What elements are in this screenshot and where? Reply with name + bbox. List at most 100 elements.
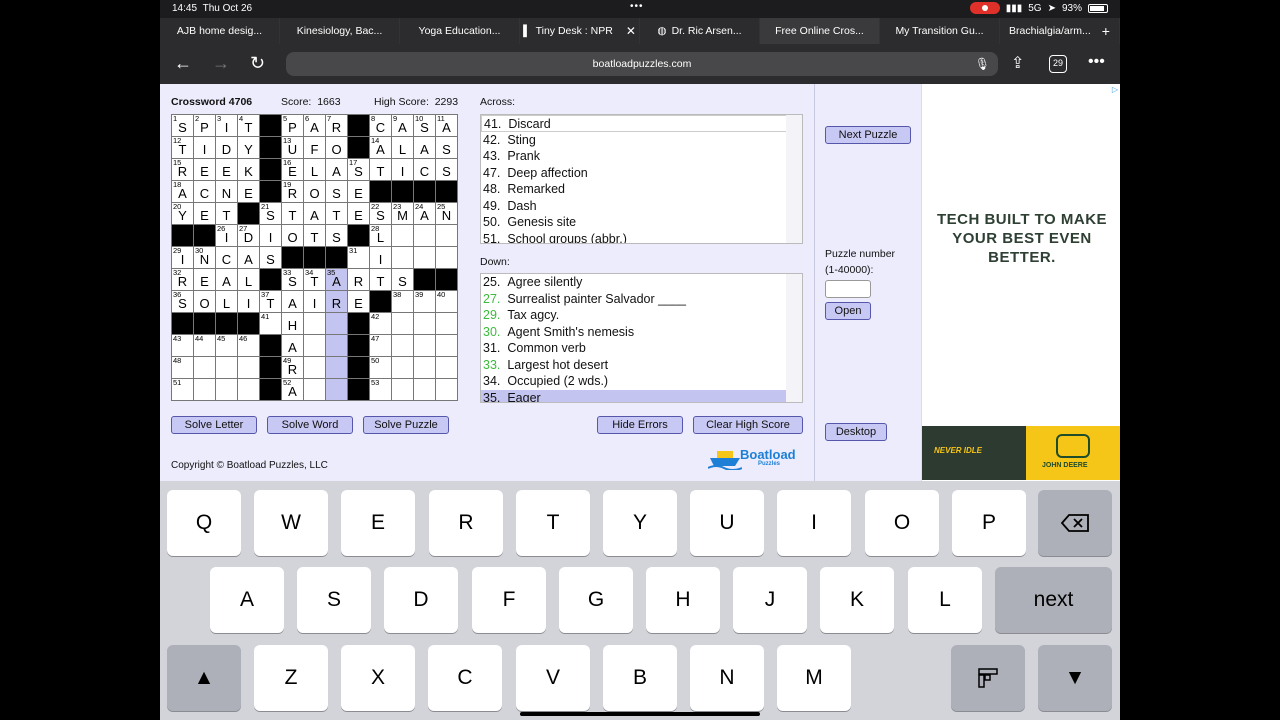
grid-cell[interactable]	[237, 356, 260, 379]
grid-cell[interactable]: T	[325, 202, 348, 225]
clue-item[interactable]: 48. Remarked	[481, 181, 787, 198]
grid-cell[interactable]: 24 A	[413, 202, 436, 225]
key-a[interactable]: A	[210, 567, 284, 633]
grid-cell[interactable]: S	[435, 136, 458, 159]
key-n[interactable]: N	[690, 645, 764, 711]
key-u[interactable]: U	[690, 490, 764, 556]
puzzle-number-input[interactable]	[825, 280, 871, 298]
key-z[interactable]: Z	[254, 645, 328, 711]
grid-cell[interactable]	[303, 334, 326, 357]
grid-cell[interactable]: S	[325, 180, 348, 203]
grid-cell[interactable]: 22 S	[369, 202, 392, 225]
grid-cell[interactable]	[303, 356, 326, 379]
grid-cell[interactable]: 38	[391, 290, 414, 313]
grid-cell[interactable]: N	[215, 180, 238, 203]
grid-cell[interactable]: E	[215, 158, 238, 181]
key-k[interactable]: K	[820, 567, 894, 633]
grid-cell[interactable]: T	[215, 202, 238, 225]
forward-arrow-icon[interactable]: →	[212, 53, 230, 74]
grid-cell[interactable]	[325, 378, 348, 401]
grid-cell[interactable]: 37 T	[259, 290, 282, 313]
grid-cell[interactable]: 40	[435, 290, 458, 313]
grid-cell[interactable]	[391, 356, 414, 379]
key-l[interactable]: L	[908, 567, 982, 633]
grid-cell[interactable]: 27 D	[237, 224, 260, 247]
clue-item[interactable]: 49. Dash	[481, 198, 787, 215]
grid-cell[interactable]: S	[391, 268, 414, 291]
grid-cell[interactable]: K	[237, 158, 260, 181]
home-indicator[interactable]	[520, 712, 760, 716]
grid-cell[interactable]: I	[259, 224, 282, 247]
grid-cell[interactable]: T	[369, 158, 392, 181]
grid-cell[interactable]: 29 I	[171, 246, 194, 269]
clue-item[interactable]: 43. Prank	[481, 148, 787, 165]
next-key[interactable]: next	[995, 567, 1112, 633]
grid-cell[interactable]: 17 S	[347, 158, 370, 181]
grid-cell[interactable]: T	[303, 224, 326, 247]
key-r[interactable]: R	[429, 490, 503, 556]
solve-word-button[interactable]: Solve Word	[267, 416, 353, 434]
grid-cell[interactable]	[303, 312, 326, 335]
grid-cell[interactable]: 41	[259, 312, 282, 335]
more-icon[interactable]: •••	[1088, 53, 1105, 71]
grid-cell[interactable]: A	[325, 158, 348, 181]
grid-cell[interactable]: E	[193, 202, 216, 225]
clue-item[interactable]: 51. School groups (abbr.)	[481, 231, 787, 244]
grid-cell[interactable]: 50	[369, 356, 392, 379]
grid-cell[interactable]	[237, 378, 260, 401]
grid-cell[interactable]: 51	[171, 378, 194, 401]
grid-cell[interactable]: 14 A	[369, 136, 392, 159]
down-clue-list[interactable]: 25. Agree silently 27. Surrealist painter…	[480, 273, 803, 403]
grid-cell[interactable]	[391, 224, 414, 247]
clue-item[interactable]: 41. Discard	[481, 115, 787, 132]
key-f[interactable]: F	[472, 567, 546, 633]
key-q[interactable]: Q	[167, 490, 241, 556]
key-j[interactable]: J	[733, 567, 807, 633]
grid-cell[interactable]: I	[391, 158, 414, 181]
grid-cell[interactable]	[435, 224, 458, 247]
grid-cell[interactable]	[413, 356, 436, 379]
grid-cell[interactable]: 48	[171, 356, 194, 379]
clue-item[interactable]: 30. Agent Smith's nemesis	[481, 324, 787, 341]
key-y[interactable]: Y	[603, 490, 677, 556]
grid-cell[interactable]: 15 R	[171, 158, 194, 181]
grid-cell[interactable]: 31	[347, 246, 370, 269]
desktop-button[interactable]: Desktop	[825, 423, 887, 441]
grid-cell[interactable]: E	[347, 202, 370, 225]
grid-cell[interactable]	[435, 246, 458, 269]
grid-cell[interactable]: A	[215, 268, 238, 291]
address-field[interactable]: boatloadpuzzles.com 🎙	[286, 52, 998, 76]
grid-cell[interactable]: 46	[237, 334, 260, 357]
solve-letter-button[interactable]: Solve Letter	[171, 416, 257, 434]
grid-cell[interactable]	[325, 356, 348, 379]
grid-cell[interactable]: E	[193, 158, 216, 181]
grid-cell[interactable]: 6A	[303, 114, 326, 137]
grid-cell[interactable]: 13 U	[281, 136, 304, 159]
grid-cell[interactable]: 47	[369, 334, 392, 357]
grid-cell[interactable]: C	[413, 158, 436, 181]
grid-cell[interactable]: 2P	[193, 114, 216, 137]
grid-cell[interactable]	[391, 334, 414, 357]
grid-cell[interactable]: 1S	[171, 114, 194, 137]
dismiss-keyboard-key[interactable]: ▼	[1038, 645, 1112, 711]
grid-cell[interactable]	[325, 312, 348, 335]
grid-cell[interactable]: 12 T	[171, 136, 194, 159]
grid-cell[interactable]: L	[237, 268, 260, 291]
grid-cell[interactable]: A	[281, 290, 304, 313]
grid-cell[interactable]: 11 A	[435, 114, 458, 137]
key-e[interactable]: E	[341, 490, 415, 556]
grid-cell[interactable]: 34 T	[303, 268, 326, 291]
key-w[interactable]: W	[254, 490, 328, 556]
key-p[interactable]: P	[952, 490, 1026, 556]
browser-tab[interactable]: ◍ Dr. Ric Arsen...	[640, 18, 760, 44]
adchoices-icon[interactable]: ▷	[1112, 85, 1118, 94]
key-s[interactable]: S	[297, 567, 371, 633]
grid-cell[interactable]: 26 I	[215, 224, 238, 247]
grid-cell[interactable]: Y	[237, 136, 260, 159]
grid-cell[interactable]	[391, 378, 414, 401]
advertisement[interactable]: ▷ TECH BUILT TO MAKE YOUR BEST EVEN BETT…	[921, 84, 1120, 481]
grid-cell[interactable]	[413, 224, 436, 247]
clue-item[interactable]: 25. Agree silently	[481, 274, 787, 291]
grid-cell[interactable]: 4T	[237, 114, 260, 137]
grid-cell[interactable]: 19 R	[281, 180, 304, 203]
